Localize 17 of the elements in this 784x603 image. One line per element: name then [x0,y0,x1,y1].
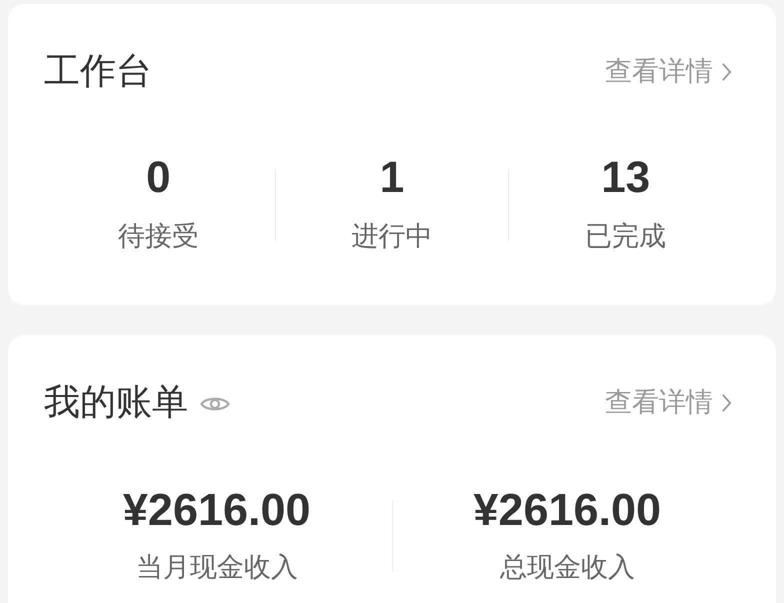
chevron-right-icon [721,393,732,413]
view-details-link[interactable]: 查看详情 [605,385,732,421]
stat-value: 1 [380,156,404,200]
view-details-link[interactable]: 查看详情 [605,54,732,90]
eye-icon[interactable] [200,395,230,413]
card-title: 我的账单 [44,383,188,423]
stat-label: 进行中 [352,220,432,254]
stat-label: 已完成 [585,220,666,254]
stat-label: 待接受 [118,220,199,254]
stat-value: 0 [146,156,171,200]
amount-label: 总现金收入 [500,551,635,585]
card-title: 工作台 [44,52,152,92]
amount-value: ¥2616.00 [473,486,662,534]
amount-label: 当月现金收入 [136,551,298,585]
amount-value: ¥2616.00 [122,486,311,534]
chevron-right-icon [721,62,732,82]
stat-value: 13 [601,156,650,200]
